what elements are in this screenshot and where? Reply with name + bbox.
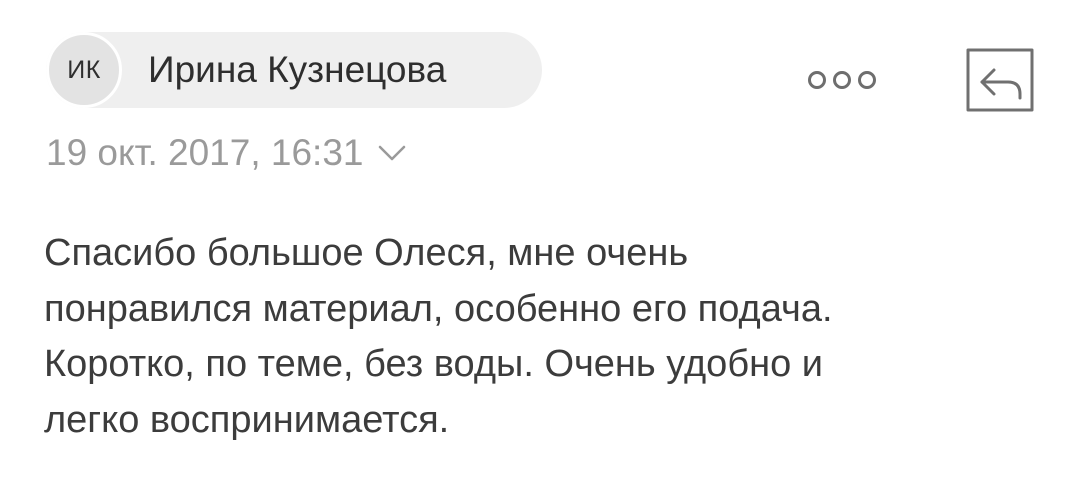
more-dots-icon: [808, 71, 826, 89]
more-dots-icon: [858, 71, 876, 89]
message-line: Спасибо большое Олеся, мне очень: [44, 232, 689, 274]
more-options-button[interactable]: [808, 66, 876, 94]
message-datetime: 19 окт. 2017, 16:31: [46, 132, 364, 173]
avatar-initials: ИК: [67, 55, 101, 84]
more-dots-icon: [833, 71, 851, 89]
message-line: легко воспринимается.: [44, 398, 450, 441]
reply-icon: [966, 48, 1034, 112]
message-date-toggle[interactable]: 19 окт. 2017, 16:31: [46, 132, 407, 174]
message-body: Спасибо большое Олеся, мне очень понрави…: [44, 226, 1044, 448]
chevron-down-icon: [379, 145, 406, 161]
sender-name: Ирина Кузнецова: [148, 49, 447, 90]
message-line: понравился материал, особенно его подача…: [44, 287, 833, 330]
reply-button[interactable]: [964, 44, 1036, 116]
message-line: Коротко, по теме, без воды. Очень удобно…: [44, 343, 823, 385]
avatar[interactable]: ИК: [46, 32, 122, 108]
sender-chip[interactable]: ИК Ирина Кузнецова: [46, 32, 542, 108]
